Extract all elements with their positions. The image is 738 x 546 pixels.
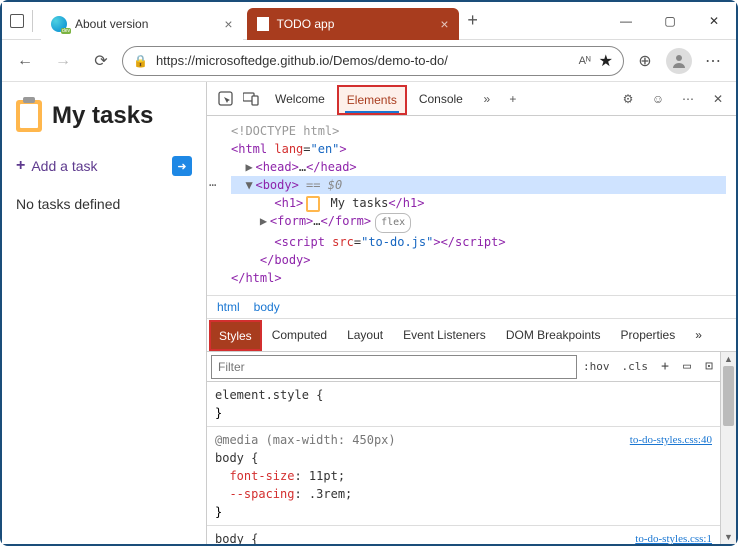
more-menu-button[interactable]: ⋯ (696, 44, 730, 78)
breadcrumb: html body (207, 295, 736, 319)
more-style-tabs-icon[interactable]: » (685, 319, 712, 352)
new-tab-button[interactable]: + (459, 10, 487, 31)
scroll-up-icon[interactable]: ▲ (721, 352, 736, 366)
close-window-button[interactable]: ✕ (692, 2, 736, 40)
edge-favicon-icon (51, 16, 67, 32)
selected-body-node[interactable]: ▼<body> == $0 (231, 176, 726, 194)
lock-icon: 🔒 (133, 54, 148, 68)
clipboard-emoji-icon (306, 196, 320, 212)
url-text: https://microsoftedge.github.io/Demos/de… (156, 53, 571, 68)
page-content: My tasks + Add a task ➜ No tasks defined (2, 82, 207, 544)
tab-event-listeners[interactable]: Event Listeners (393, 319, 496, 352)
tab-computed[interactable]: Computed (262, 319, 337, 352)
add-task-button[interactable]: + Add a task (16, 157, 98, 175)
page-title: My tasks (16, 100, 192, 132)
profile-avatar[interactable] (666, 48, 692, 74)
hov-toggle[interactable]: :hov (577, 360, 616, 373)
styles-pane[interactable]: :hov .cls + ▭ ⊡ element.style { } to-do-… (207, 352, 720, 544)
tab-dom-breakpoints[interactable]: DOM Breakpoints (496, 319, 611, 352)
maximize-button[interactable]: ▢ (648, 2, 692, 40)
rendering-icon[interactable]: ⊡ (698, 359, 720, 374)
close-icon[interactable]: × (224, 16, 232, 32)
cls-toggle[interactable]: .cls (616, 360, 655, 373)
refresh-button[interactable]: ⟳ (84, 44, 118, 78)
plus-icon: + (16, 157, 25, 175)
minimize-button[interactable]: — (604, 2, 648, 40)
tab-about-version[interactable]: About version × (41, 8, 243, 40)
reader-mode-icon[interactable]: Aᴺ (579, 55, 591, 67)
dom-tree[interactable]: <!DOCTYPE html> <html lang="en"> ▶<head>… (207, 116, 736, 295)
device-toggle-icon[interactable] (239, 87, 263, 111)
scrollbar[interactable]: ▲ ▼ (720, 352, 736, 544)
tab-todo-app[interactable]: TODO app × (247, 8, 459, 40)
tab-properties[interactable]: Properties (611, 319, 686, 352)
tab-label: About version (75, 17, 148, 31)
feedback-icon[interactable]: ☺ (646, 87, 670, 111)
tab-layout[interactable]: Layout (337, 319, 393, 352)
styles-filter-input[interactable] (211, 355, 577, 379)
clipboard-icon (16, 100, 42, 132)
collapse-button[interactable]: ➜ (172, 156, 192, 176)
tab-elements[interactable]: Elements (337, 85, 407, 115)
close-devtools-icon[interactable]: ✕ (706, 87, 730, 111)
devtools-panel: Welcome Elements Console » + ⚙ ☺ ⋯ ✕ <!D… (207, 82, 736, 544)
tab-console[interactable]: Console (409, 82, 473, 116)
workspace-icon[interactable] (10, 14, 24, 28)
settings-gear-icon[interactable]: ⚙ (616, 87, 640, 111)
crumb-html[interactable]: html (217, 300, 240, 314)
tab-label: TODO app (277, 17, 335, 31)
address-bar[interactable]: 🔒 https://microsoftedge.github.io/Demos/… (122, 46, 624, 76)
divider (32, 10, 33, 32)
more-icon[interactable]: ⋯ (676, 87, 700, 111)
crumb-body[interactable]: body (254, 300, 280, 314)
inspect-icon[interactable] (213, 87, 237, 111)
more-tabs-icon[interactable]: » (475, 87, 499, 111)
scroll-down-icon[interactable]: ▼ (721, 530, 736, 544)
scroll-thumb[interactable] (723, 366, 734, 426)
flex-badge[interactable]: flex (375, 213, 411, 233)
favorite-star-icon[interactable]: ★ (599, 51, 613, 71)
forward-button: → (46, 44, 80, 78)
document-favicon-icon (257, 17, 269, 31)
collections-button[interactable]: ⊕ (628, 44, 662, 78)
close-icon[interactable]: × (440, 16, 448, 32)
empty-message: No tasks defined (16, 196, 192, 212)
new-panel-icon[interactable]: + (501, 87, 525, 111)
tab-styles[interactable]: Styles (209, 320, 262, 351)
new-rule-icon[interactable]: + (654, 359, 676, 374)
back-button[interactable]: ← (8, 44, 42, 78)
computed-toggle-icon[interactable]: ▭ (676, 359, 698, 374)
tab-welcome[interactable]: Welcome (265, 82, 335, 116)
source-link[interactable]: to-do-styles.css:1 (635, 530, 712, 544)
source-link[interactable]: to-do-styles.css:40 (630, 431, 712, 449)
